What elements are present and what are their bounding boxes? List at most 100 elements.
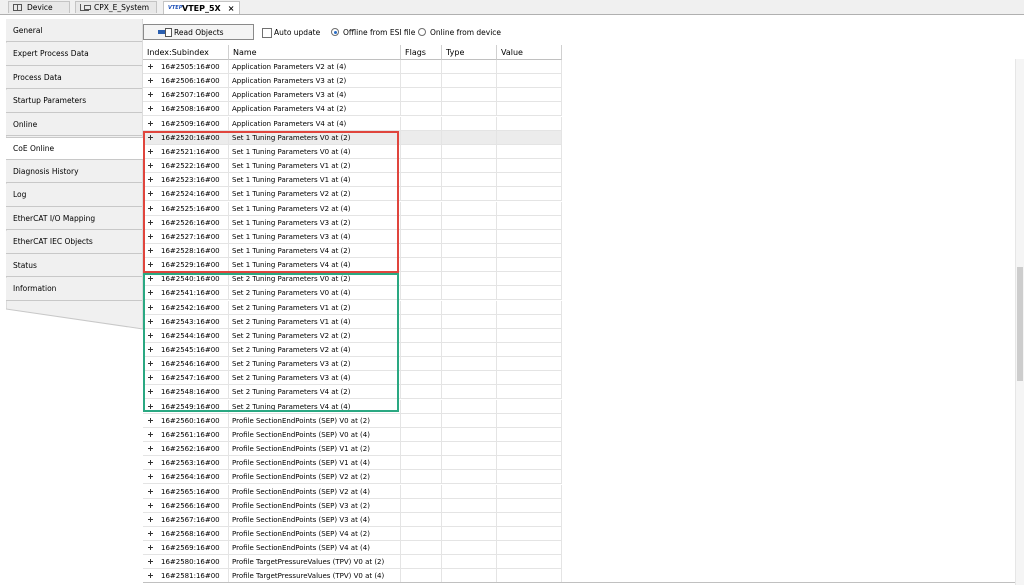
expand-icon[interactable] [148, 361, 153, 367]
table-row[interactable]: 16#2541:16#00 Set 2 Tuning Parameters V0 … [143, 286, 562, 301]
nav-item-ethercat-iec-objects[interactable]: EtherCAT IEC Objects [6, 230, 142, 254]
expand-icon[interactable] [148, 332, 153, 338]
table-row[interactable]: 16#2507:16#00 Application Parameters V3 a… [143, 88, 562, 103]
expand-icon[interactable] [148, 163, 153, 169]
expand-icon[interactable] [148, 276, 153, 282]
expand-icon[interactable] [148, 247, 153, 253]
expand-icon[interactable] [148, 205, 153, 211]
expand-icon[interactable] [148, 389, 153, 395]
table-row[interactable]: 16#2565:16#00 Profile SectionEndPoints (S… [143, 484, 562, 499]
table-row[interactable]: 16#2562:16#00 Profile SectionEndPoints (S… [143, 442, 562, 457]
table-row[interactable]: 16#2580:16#00 Profile TargetPressureValue… [143, 555, 562, 570]
nav-item-expert-process-data[interactable]: Expert Process Data [6, 42, 142, 66]
expand-icon[interactable] [148, 530, 153, 536]
table-row[interactable]: 16#2568:16#00 Profile SectionEndPoints (S… [143, 526, 562, 541]
expand-icon[interactable] [148, 446, 153, 452]
expand-icon[interactable] [148, 375, 153, 381]
online-device-radio[interactable] [418, 28, 426, 36]
expand-icon[interactable] [148, 488, 153, 494]
auto-update-checkbox[interactable] [262, 28, 272, 38]
nav-item-startup-parameters[interactable]: Startup Parameters [6, 89, 142, 113]
table-row[interactable]: 16#2542:16#00 Set 2 Tuning Parameters V1 … [143, 300, 562, 315]
table-row[interactable]: 16#2540:16#00 Set 2 Tuning Parameters V0 … [143, 272, 562, 287]
nav-item-log[interactable]: Log [6, 183, 142, 207]
expand-icon[interactable] [148, 559, 153, 565]
expand-icon[interactable] [148, 573, 153, 579]
expand-icon[interactable] [148, 318, 153, 324]
nav-item-information[interactable]: Information [6, 277, 142, 301]
table-row[interactable]: 16#2506:16#00 Application Parameters V3 a… [143, 74, 562, 89]
scrollbar-thumb[interactable] [1017, 267, 1023, 381]
table-row[interactable]: 16#2544:16#00 Set 2 Tuning Parameters V2 … [143, 328, 562, 343]
expand-icon[interactable] [148, 120, 153, 126]
table-row[interactable]: 16#2509:16#00 Application Parameters V4 a… [143, 116, 562, 131]
column-header-type[interactable]: Type [442, 45, 497, 60]
expand-icon[interactable] [148, 148, 153, 154]
table-row[interactable]: 16#2526:16#00 Set 1 Tuning Parameters V3 … [143, 215, 562, 230]
expand-icon[interactable] [148, 191, 153, 197]
nav-item-online[interactable]: Online [6, 113, 142, 136]
expand-icon[interactable] [148, 177, 153, 183]
column-header-flags[interactable]: Flags [401, 45, 442, 60]
table-row[interactable]: 16#2548:16#00 Set 2 Tuning Parameters V4 … [143, 385, 562, 400]
table-row[interactable]: 16#2563:16#00 Profile SectionEndPoints (S… [143, 456, 562, 471]
expand-icon[interactable] [148, 417, 153, 423]
table-row[interactable]: 16#2524:16#00 Set 1 Tuning Parameters V2 … [143, 187, 562, 202]
vertical-scrollbar[interactable] [1015, 59, 1024, 585]
tab-vtep-5x[interactable]: VTEP VTEP_5X × [163, 1, 240, 14]
nav-item-ethercat-i-o-mapping[interactable]: EtherCAT I/O Mapping [6, 207, 142, 230]
expand-icon[interactable] [148, 219, 153, 225]
table-row[interactable]: 16#2528:16#00 Set 1 Tuning Parameters V4 … [143, 243, 562, 258]
expand-icon[interactable] [148, 134, 153, 140]
table-row[interactable]: 16#2520:16#00 Set 1 Tuning Parameters V0 … [143, 130, 562, 145]
expand-icon[interactable] [148, 460, 153, 466]
table-row[interactable]: 16#2522:16#00 Set 1 Tuning Parameters V1 … [143, 159, 562, 174]
nav-item-general[interactable]: General [6, 19, 142, 42]
table-row[interactable]: 16#2549:16#00 Set 2 Tuning Parameters V4 … [143, 399, 562, 414]
expand-icon[interactable] [148, 502, 153, 508]
table-row[interactable]: 16#2566:16#00 Profile SectionEndPoints (S… [143, 498, 562, 513]
table-row[interactable]: 16#2545:16#00 Set 2 Tuning Parameters V2 … [143, 343, 562, 357]
column-header-value[interactable]: Value [497, 45, 562, 60]
table-row[interactable]: 16#2561:16#00 Profile SectionEndPoints (S… [143, 427, 562, 442]
table-row[interactable]: 16#2523:16#00 Set 1 Tuning Parameters V1 … [143, 173, 562, 188]
nav-item-coe-online[interactable]: CoE Online [6, 136, 143, 160]
expand-icon[interactable] [148, 233, 153, 239]
table-row[interactable]: 16#2569:16#00 Profile SectionEndPoints (S… [143, 541, 562, 556]
column-header-index[interactable]: Index:Subindex [143, 45, 229, 60]
expand-icon[interactable] [148, 290, 153, 296]
expand-icon[interactable] [148, 106, 153, 112]
table-row[interactable]: 16#2527:16#00 Set 1 Tuning Parameters V3 … [143, 229, 562, 244]
table-row[interactable]: 16#2543:16#00 Set 2 Tuning Parameters V1 … [143, 314, 562, 329]
expand-icon[interactable] [148, 262, 153, 268]
table-row[interactable]: 16#2546:16#00 Set 2 Tuning Parameters V3 … [143, 357, 562, 372]
expand-icon[interactable] [148, 545, 153, 551]
tab-cpx-e-system[interactable]: CPX_E_System [75, 1, 157, 13]
table-row[interactable]: 16#2560:16#00 Profile SectionEndPoints (S… [143, 413, 562, 428]
expand-icon[interactable] [148, 92, 153, 98]
read-objects-button[interactable]: Read Objects [143, 24, 254, 40]
nav-item-status[interactable]: Status [6, 254, 142, 277]
nav-item-process-data[interactable]: Process Data [6, 66, 142, 89]
table-row[interactable]: 16#2547:16#00 Set 2 Tuning Parameters V3 … [143, 371, 562, 386]
expand-icon[interactable] [148, 64, 153, 69]
expand-icon[interactable] [148, 431, 153, 437]
expand-icon[interactable] [148, 516, 153, 522]
expand-icon[interactable] [148, 304, 153, 310]
expand-icon[interactable] [148, 403, 153, 409]
tab-device[interactable]: Device [8, 1, 70, 13]
table-row[interactable]: 16#2508:16#00 Application Parameters V4 a… [143, 102, 562, 117]
table-row[interactable]: 16#2505:16#00 Application Parameters V2 a… [143, 60, 562, 74]
close-icon[interactable]: × [228, 4, 235, 13]
expand-icon[interactable] [148, 347, 153, 352]
column-header-name[interactable]: Name [229, 45, 401, 60]
table-row[interactable]: 16#2521:16#00 Set 1 Tuning Parameters V0 … [143, 144, 562, 159]
offline-esi-radio[interactable] [331, 28, 339, 36]
nav-item-diagnosis-history[interactable]: Diagnosis History [6, 160, 142, 183]
table-row[interactable]: 16#2525:16#00 Set 1 Tuning Parameters V2 … [143, 201, 562, 216]
table-row[interactable]: 16#2567:16#00 Profile SectionEndPoints (S… [143, 512, 562, 527]
table-row[interactable]: 16#2564:16#00 Profile SectionEndPoints (S… [143, 470, 562, 485]
expand-icon[interactable] [148, 474, 153, 480]
expand-icon[interactable] [148, 78, 153, 84]
table-row[interactable]: 16#2529:16#00 Set 1 Tuning Parameters V4 … [143, 258, 562, 273]
